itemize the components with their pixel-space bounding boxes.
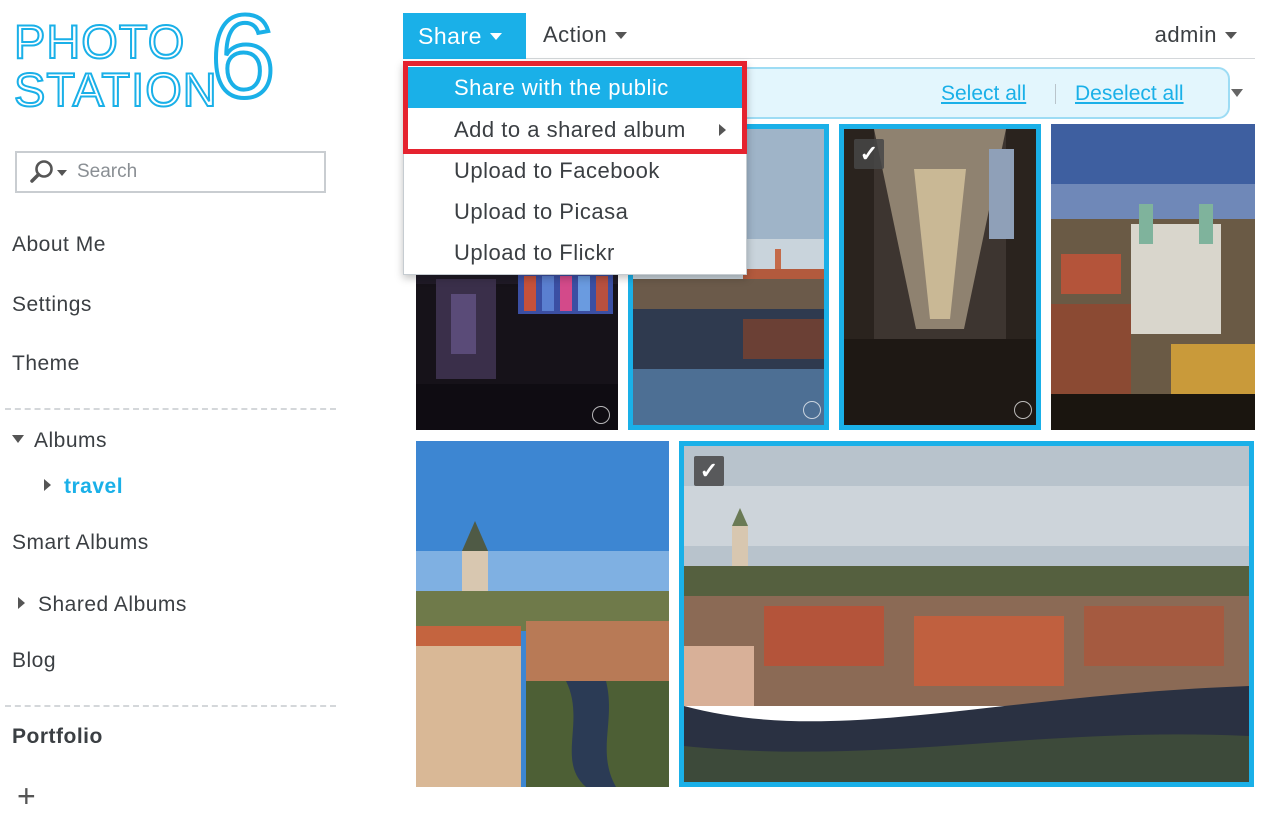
sidebar-item-blog[interactable]: Blog [12,649,56,673]
collapsed-triangle-icon[interactable] [44,479,51,491]
logo-line-station: STATION [13,63,218,116]
highlight-annotation-box [403,61,747,154]
sidebar-item-theme[interactable]: Theme [12,352,80,376]
photo-thumbnail-selected[interactable]: ✓ [839,124,1041,430]
sidebar-item-about-me[interactable]: About Me [12,233,106,257]
photo-thumbnail-selected[interactable]: ✓ [679,441,1254,787]
menu-item-upload-facebook[interactable]: Upload to Facebook [404,150,746,191]
logo-version: 6 [208,0,278,123]
search-options-caret-icon[interactable] [57,170,67,176]
sidebar-item-travel[interactable]: travel [44,475,123,499]
add-plus-icon[interactable]: + [17,780,36,812]
logo-line-photo: PHOTO [13,15,186,68]
menu-item-upload-flickr[interactable]: Upload to Flickr [404,232,746,273]
sidebar-divider [5,408,336,410]
collapsed-triangle-icon[interactable] [18,597,25,609]
checkbox-checked-icon[interactable]: ✓ [694,456,724,486]
sort-options-caret-icon[interactable] [1231,89,1243,97]
sidebar-item-settings[interactable]: Settings [12,293,92,317]
search-input[interactable] [77,161,297,183]
sidebar-divider [5,705,336,707]
action-button-label: Action [543,22,608,47]
action-button[interactable]: Action [543,22,628,48]
watermark-icon [1014,401,1032,419]
share-button[interactable]: Share [403,13,526,59]
user-menu-label: admin [1154,22,1217,47]
watermark-icon [592,406,610,424]
checkbox-checked-icon[interactable]: ✓ [854,139,884,169]
chevron-down-icon [489,32,502,40]
photo-thumbnail[interactable] [1051,124,1255,430]
expanded-triangle-icon[interactable] [12,435,24,443]
sidebar-item-shared-albums-label: Shared Albums [38,593,187,616]
menu-item-upload-picasa[interactable]: Upload to Picasa [404,191,746,232]
chevron-down-icon [1225,31,1237,39]
sidebar-item-smart-albums[interactable]: Smart Albums [12,531,149,555]
watermark-icon [803,401,821,419]
sidebar-item-shared-albums[interactable]: Shared Albums [18,593,187,617]
chevron-down-icon [615,31,628,39]
user-menu-button[interactable]: admin [1155,22,1237,48]
select-all-link[interactable]: Select all [941,82,1026,106]
photo-station-logo: PHOTO STATION 6 [13,0,294,124]
search-icon[interactable] [29,159,55,185]
selection-separator [1055,84,1056,104]
sidebar-item-albums[interactable]: Albums [12,429,107,453]
toolbar-divider [403,58,1255,59]
share-button-label: Share [418,22,482,49]
sidebar-item-travel-label: travel [64,475,124,498]
sidebar-item-portfolio[interactable]: Portfolio [12,725,103,749]
deselect-all-link[interactable]: Deselect all [1075,82,1184,106]
sidebar-item-albums-label: Albums [34,429,108,452]
search-box[interactable] [15,151,326,193]
photo-thumbnail[interactable] [416,441,669,787]
